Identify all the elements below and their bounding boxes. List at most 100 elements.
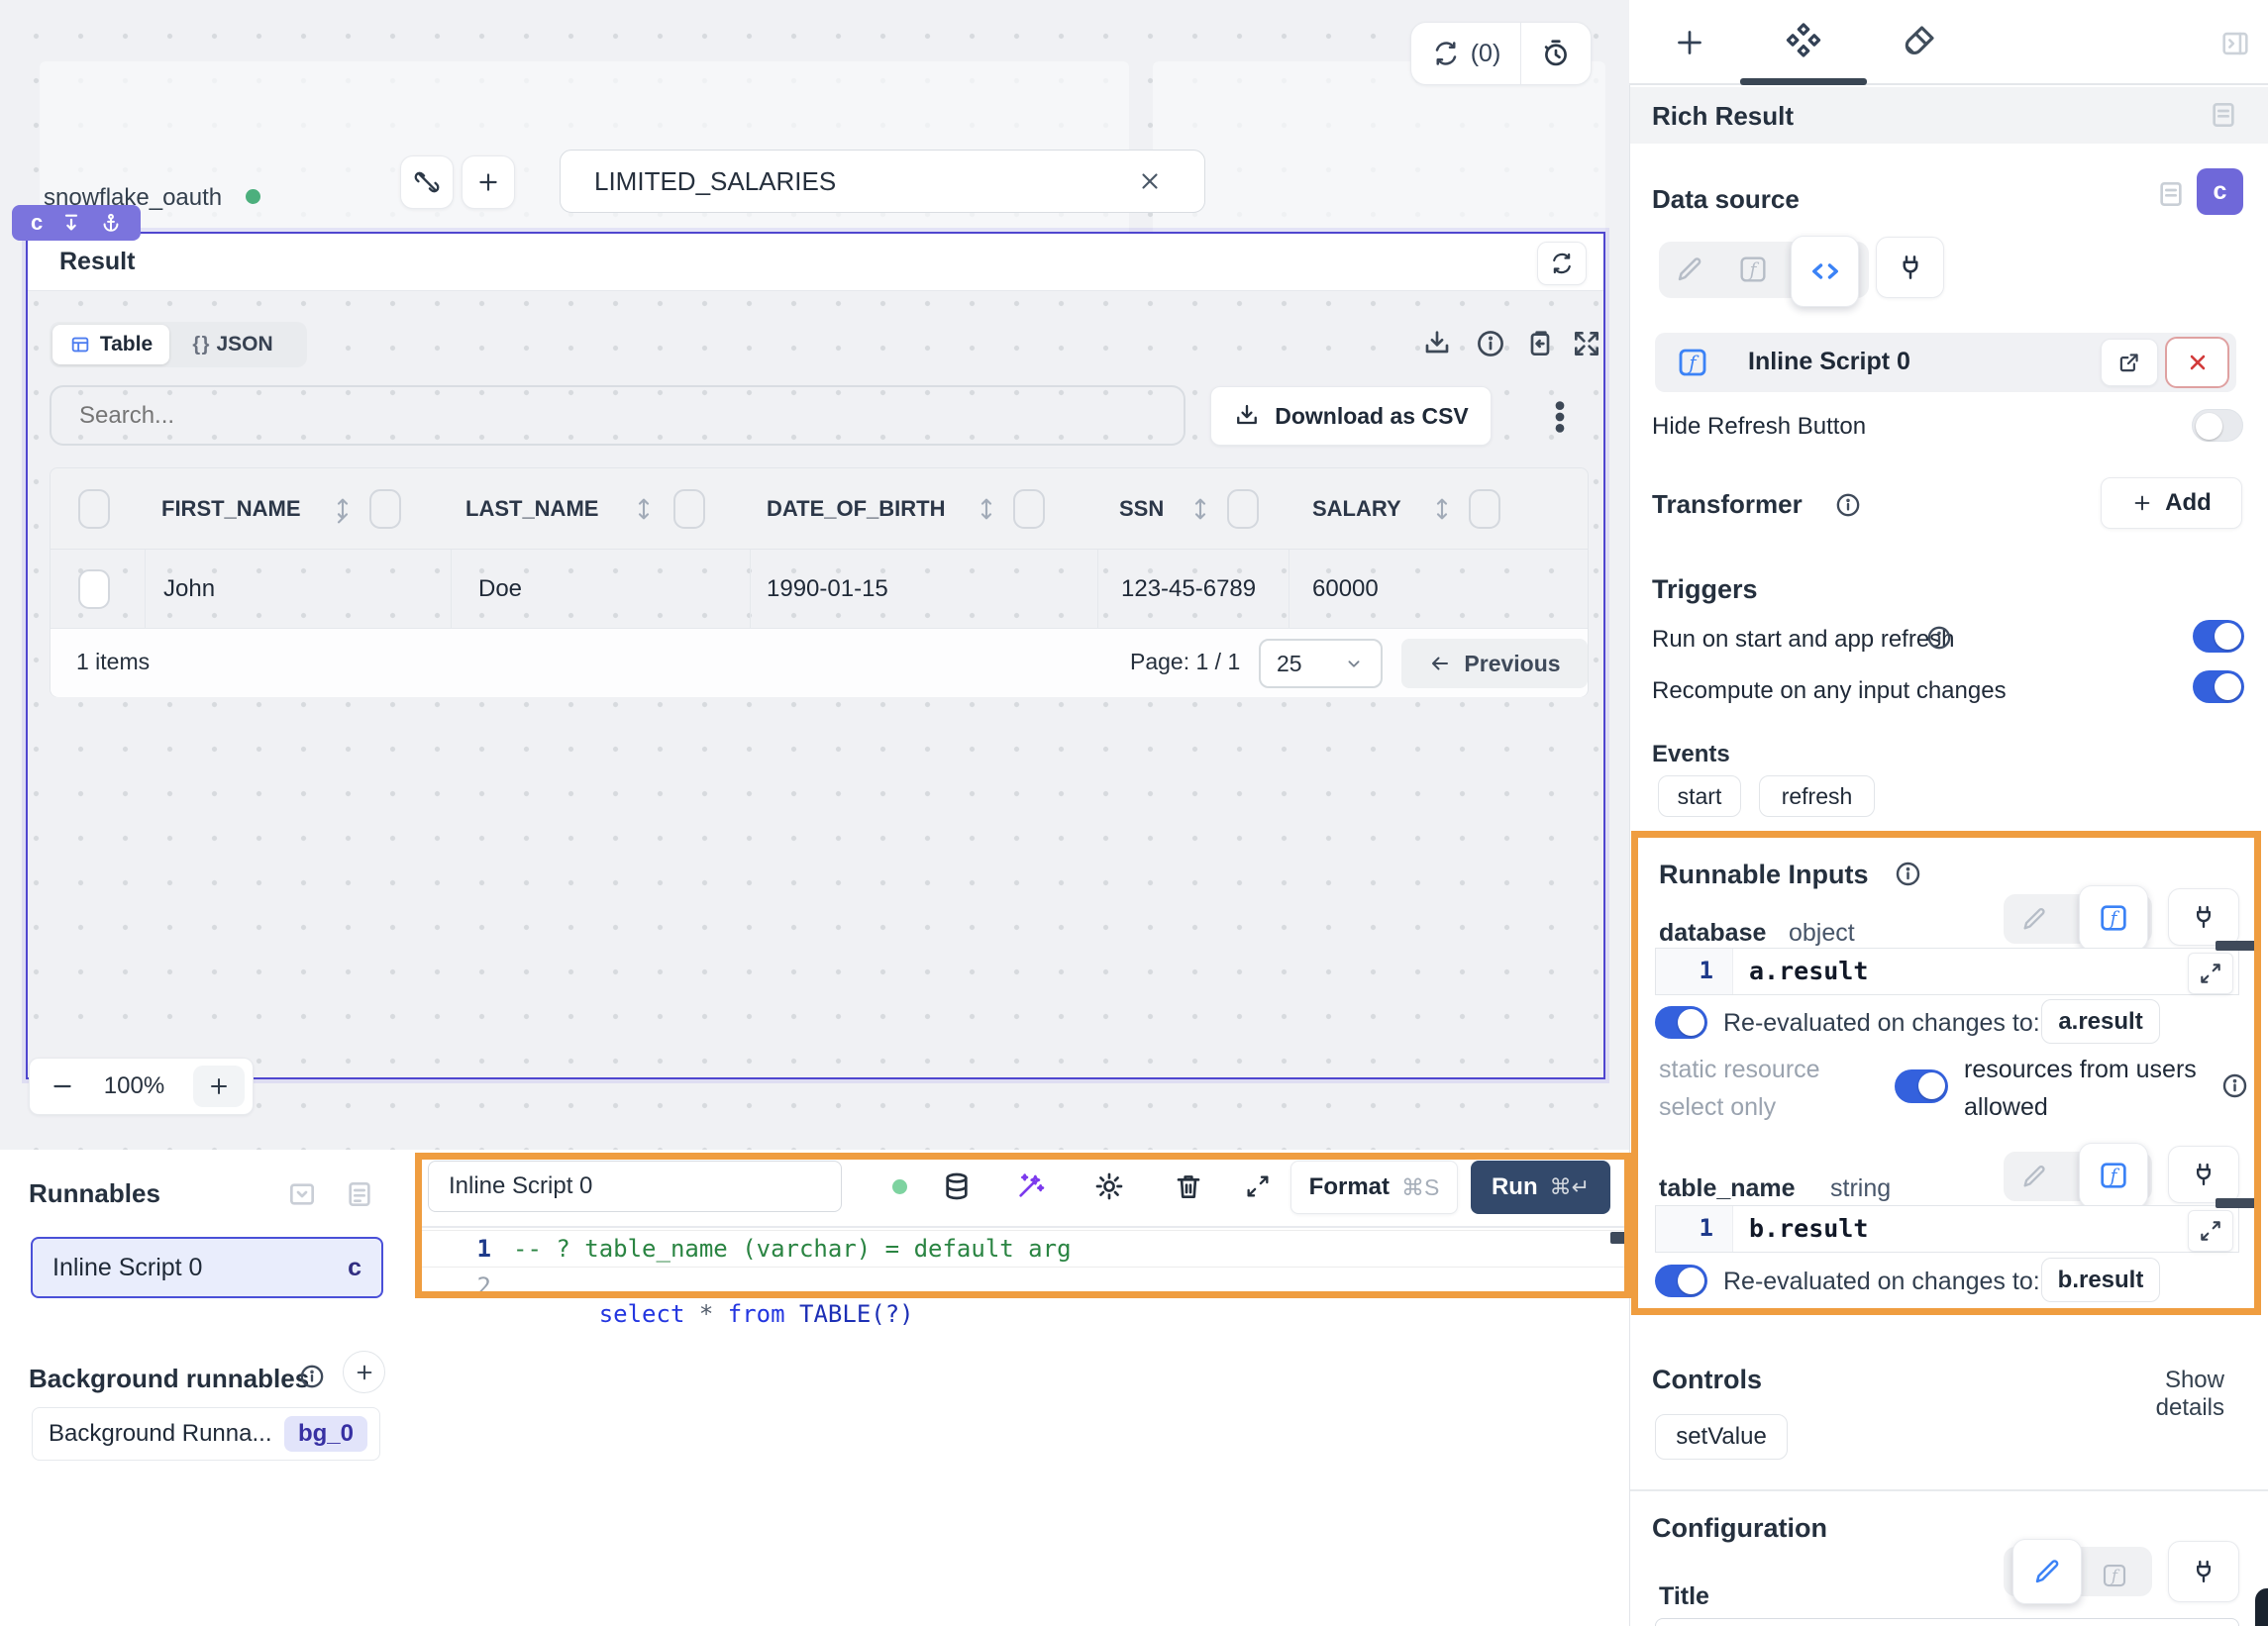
- title-input-sliver[interactable]: [1655, 1618, 2239, 1626]
- download-csv-button[interactable]: Download as CSV: [1210, 386, 1492, 446]
- resources-info-icon[interactable]: [2220, 1071, 2249, 1100]
- database-fx-mode-button[interactable]: f: [2079, 885, 2148, 951]
- refresh-count-button[interactable]: (0): [1411, 23, 1520, 84]
- page-size-select[interactable]: 25: [1259, 639, 1383, 688]
- database-pencil-icon[interactable]: [2020, 905, 2048, 933]
- move-down-icon[interactable]: [60, 212, 82, 234]
- expand-editor-icon[interactable]: [1244, 1172, 1272, 1200]
- recompute-toggle[interactable]: [2193, 670, 2244, 703]
- zoom-in-button[interactable]: [193, 1066, 245, 1107]
- static-mode-pencil-icon[interactable]: [1675, 254, 1704, 284]
- expand-expr-button[interactable]: [2188, 953, 2233, 994]
- previous-page-button[interactable]: Previous: [1401, 639, 1588, 688]
- ai-assist-icon[interactable]: [1014, 1170, 1046, 1202]
- info-icon[interactable]: [1475, 328, 1506, 359]
- background-runnable-item[interactable]: Background Runna... bg_0: [32, 1407, 380, 1461]
- table-name-reeval-chip[interactable]: b.result: [2041, 1258, 2160, 1302]
- table-name-input[interactable]: [592, 165, 1111, 198]
- setvalue-chip[interactable]: setValue: [1655, 1414, 1788, 1460]
- resources-from-users-toggle[interactable]: [1895, 1069, 1948, 1103]
- script-settings-gear-icon[interactable]: [1093, 1170, 1125, 1202]
- col-header[interactable]: LAST_NAME: [465, 496, 598, 522]
- tab-table[interactable]: Table: [52, 325, 169, 364]
- database-reeval-toggle[interactable]: [1655, 1006, 1707, 1039]
- history-button[interactable]: [1521, 23, 1591, 84]
- open-script-button[interactable]: [2101, 339, 2158, 386]
- expand-expr-button[interactable]: [2188, 1210, 2233, 1252]
- add-component-button[interactable]: [462, 155, 515, 209]
- sort-icon[interactable]: [1427, 493, 1457, 525]
- collapse-panel-icon[interactable]: [2218, 27, 2252, 60]
- sort-icon[interactable]: [972, 493, 1001, 525]
- fx-mode-icon[interactable]: f: [1736, 253, 1770, 286]
- zoom-out-icon[interactable]: [50, 1073, 75, 1099]
- expr-scrollbar-thumb[interactable]: [2216, 1198, 2260, 1208]
- editor-scrollbar-thumb[interactable]: [1610, 1232, 1626, 1244]
- column-toggle[interactable]: [673, 489, 705, 529]
- event-chip-start[interactable]: start: [1658, 775, 1741, 817]
- result-component[interactable]: Result Table { } JSON: [26, 232, 1605, 1079]
- col-header[interactable]: SALARY: [1312, 496, 1401, 522]
- collapse-runnables-icon[interactable]: [286, 1178, 318, 1210]
- run-button[interactable]: Run ⌘↵: [1471, 1161, 1610, 1214]
- title-static-mode-button[interactable]: [2012, 1539, 2082, 1604]
- run-on-start-info-icon[interactable]: [1925, 624, 1953, 652]
- row-checkbox[interactable]: [78, 569, 110, 609]
- unlink-button[interactable]: [400, 155, 454, 209]
- show-details-link[interactable]: Show details: [2092, 1367, 2224, 1422]
- clear-input-icon[interactable]: [1137, 168, 1163, 194]
- transformer-info-icon[interactable]: [1834, 491, 1862, 519]
- runnable-item-inline-script-0[interactable]: Inline Script 0 c: [31, 1237, 383, 1298]
- sort-icon[interactable]: [629, 493, 659, 525]
- format-button[interactable]: Format ⌘S: [1290, 1161, 1458, 1214]
- result-refresh-button[interactable]: [1537, 242, 1587, 285]
- table-name-expr-editor[interactable]: 1 b.result: [1655, 1205, 2239, 1253]
- docs-icon[interactable]: [2208, 99, 2239, 131]
- delete-script-icon[interactable]: [1173, 1170, 1204, 1202]
- table-more-options-icon[interactable]: [1539, 396, 1581, 438]
- table-name-fx-mode-button[interactable]: f: [2079, 1143, 2148, 1208]
- run-on-start-toggle[interactable]: [2193, 620, 2244, 653]
- sort-icon[interactable]: [1186, 493, 1215, 525]
- select-all-checkbox[interactable]: [78, 489, 110, 529]
- data-source-docs-icon[interactable]: [2155, 178, 2187, 210]
- table-name-reeval-toggle[interactable]: [1655, 1265, 1707, 1297]
- table-name-connect-button[interactable]: [2168, 1146, 2239, 1203]
- col-header[interactable]: FIRST_NAME: [161, 496, 301, 522]
- fullscreen-icon[interactable]: [1571, 328, 1602, 359]
- column-toggle[interactable]: [1469, 489, 1500, 529]
- runnable-inputs-info-icon[interactable]: [1894, 860, 1922, 888]
- copy-to-clipboard-icon[interactable]: [1524, 328, 1556, 359]
- expr-scrollbar-thumb[interactable]: [2216, 941, 2260, 951]
- add-transformer-button[interactable]: Add: [2101, 477, 2242, 529]
- add-background-runnable-button[interactable]: [343, 1351, 385, 1393]
- column-toggle[interactable]: [1227, 489, 1259, 529]
- database-expr-editor[interactable]: 1 a.result: [1655, 948, 2239, 995]
- component-selection-toolbar[interactable]: c: [12, 205, 141, 241]
- remove-script-button[interactable]: [2165, 337, 2229, 388]
- event-chip-refresh[interactable]: refresh: [1759, 775, 1875, 817]
- table-name-pencil-icon[interactable]: [2020, 1163, 2048, 1190]
- col-header[interactable]: SSN: [1119, 496, 1164, 522]
- component-id-button[interactable]: c: [2197, 168, 2243, 215]
- background-runnables-info-icon[interactable]: [298, 1363, 326, 1390]
- runnables-list-icon[interactable]: [344, 1178, 375, 1210]
- connect-mode-button[interactable]: [1876, 237, 1944, 298]
- database-reeval-chip[interactable]: a.result: [2041, 999, 2160, 1044]
- script-name-input[interactable]: [447, 1171, 817, 1201]
- code-area[interactable]: 1 -- ? table_name (varchar) = default ar…: [422, 1228, 1624, 1426]
- code-mode-button[interactable]: [1791, 236, 1859, 307]
- title-connect-button[interactable]: [2168, 1541, 2239, 1602]
- table-search-input[interactable]: [77, 401, 1072, 431]
- hide-refresh-toggle[interactable]: [2192, 409, 2243, 442]
- col-header[interactable]: DATE_OF_BIRTH: [767, 496, 946, 522]
- tab-json[interactable]: { } JSON: [169, 325, 296, 364]
- components-tab-icon[interactable]: [1783, 20, 1824, 61]
- title-fx-icon[interactable]: f: [2100, 1561, 2129, 1590]
- insert-component-tab-icon[interactable]: [1672, 25, 1707, 60]
- column-toggle[interactable]: [1013, 489, 1045, 529]
- linked-script-row[interactable]: f Inline Script 0: [1655, 333, 2236, 392]
- database-icon[interactable]: [941, 1170, 973, 1202]
- column-toggle[interactable]: [369, 489, 401, 529]
- sort-icon[interactable]: [328, 493, 358, 525]
